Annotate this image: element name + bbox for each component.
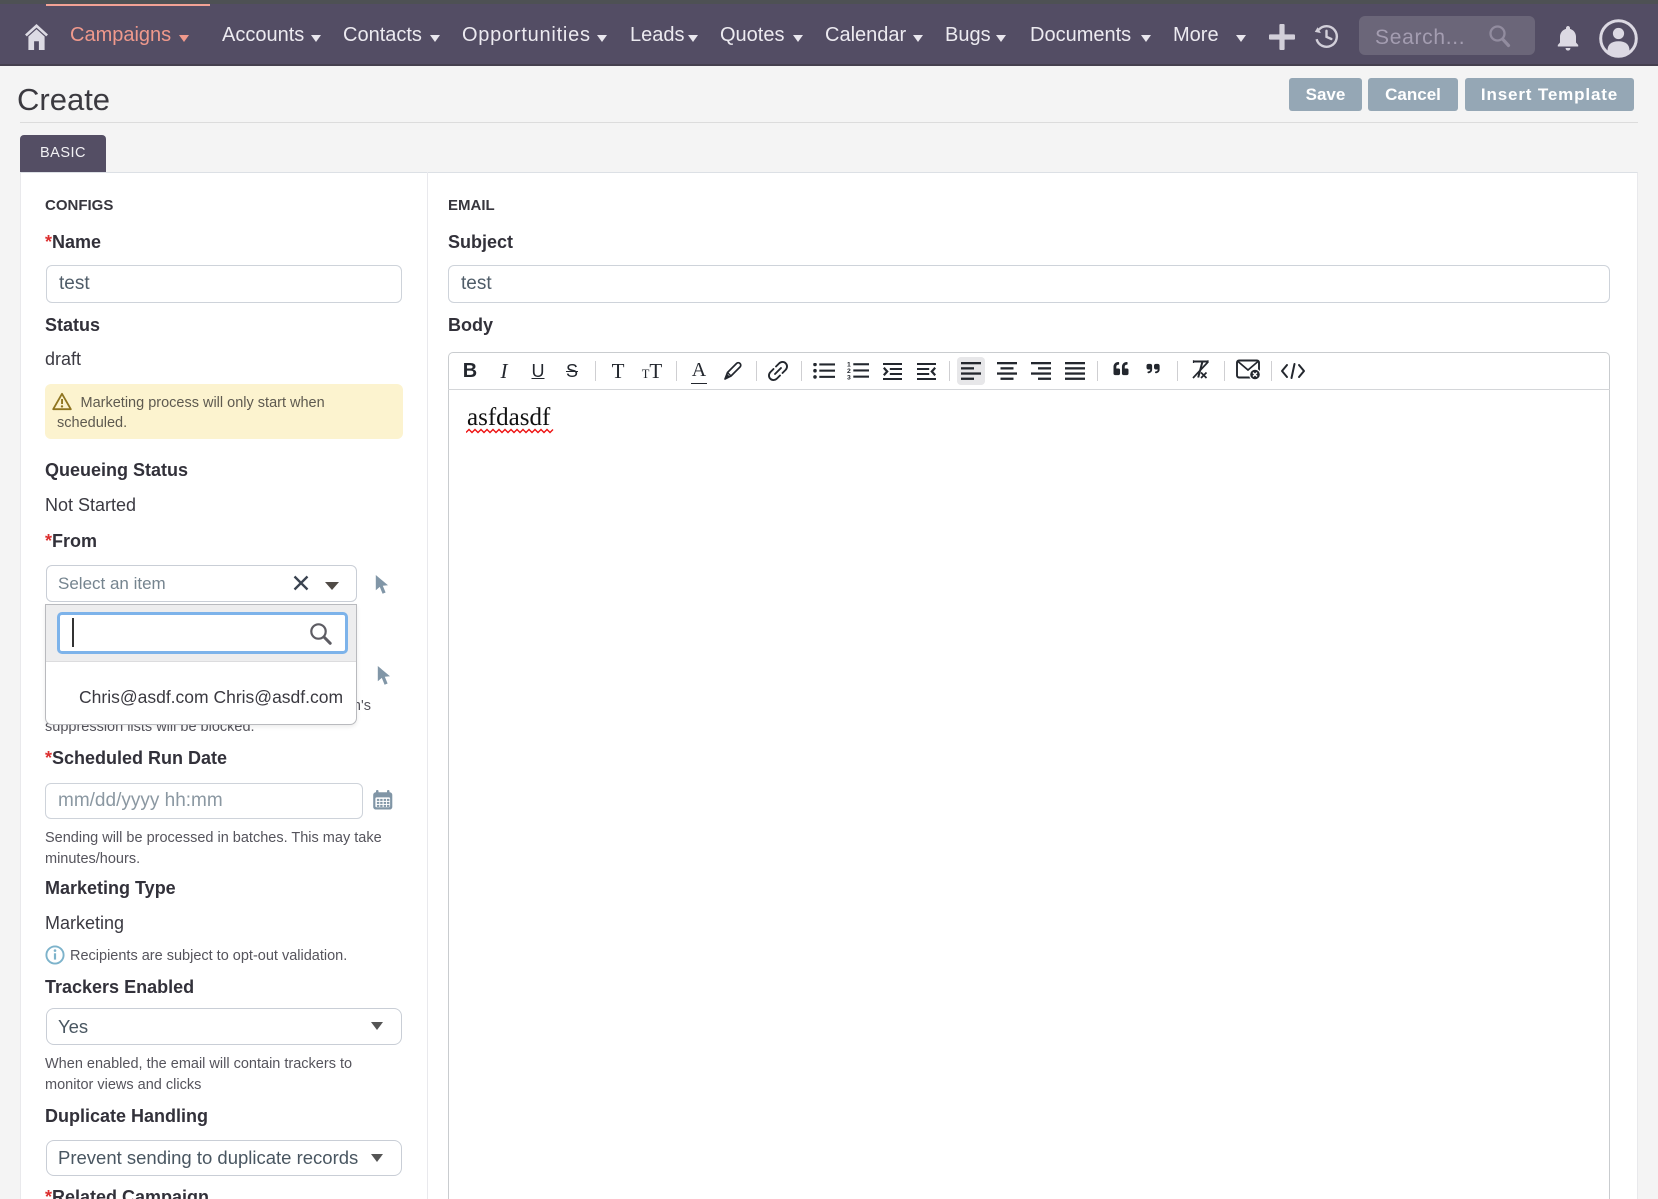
svg-text:3: 3 — [847, 374, 851, 380]
